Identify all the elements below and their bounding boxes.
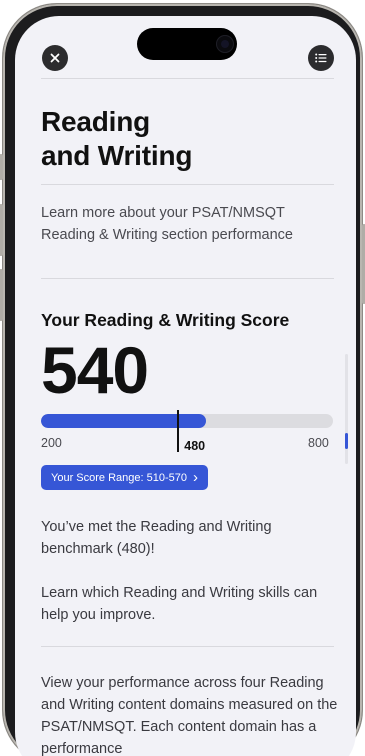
screen: Reading and Writing Learn more about you… <box>15 16 356 756</box>
scrollbar-thumb[interactable] <box>345 433 348 449</box>
chevron-right-icon: › <box>192 469 198 486</box>
score-bar-track <box>41 414 333 428</box>
side-button <box>0 204 3 256</box>
benchmark-label: 480 <box>184 439 206 453</box>
domains-text: View your performance across four Readin… <box>41 675 338 756</box>
score-range-label: Your Score Range: 510-570 <box>51 471 187 484</box>
intro-divider <box>41 278 334 279</box>
score-range-button[interactable]: Your Score Range: 510-570 › <box>41 465 208 490</box>
intro-text: Learn more about your PSAT/NMSQT Reading… <box>41 205 293 243</box>
phone-frame: Reading and Writing Learn more about you… <box>0 4 365 756</box>
side-button <box>0 154 3 180</box>
camera-icon <box>216 35 234 53</box>
benchmark-text: You’ve met the Reading and Writing bench… <box>41 519 272 557</box>
scale-min-label: 200 <box>41 436 62 450</box>
close-button[interactable] <box>42 45 68 71</box>
list-menu-icon <box>315 53 327 63</box>
close-icon <box>50 53 60 63</box>
title-divider <box>41 184 334 185</box>
score-value: 540 <box>41 333 149 407</box>
page-title-line1: Reading <box>41 106 151 137</box>
score-bar-fill <box>41 414 207 428</box>
page-title: Reading and Writing <box>41 105 321 173</box>
dynamic-island <box>137 28 237 60</box>
section-divider <box>41 646 334 647</box>
header-divider <box>41 78 334 79</box>
scale-max-label: 800 <box>308 436 329 450</box>
page-title-line2: and Writing <box>41 140 193 171</box>
benchmark-marker <box>177 410 180 452</box>
menu-button[interactable] <box>308 45 334 71</box>
skills-text: Learn which Reading and Writing skills c… <box>41 585 318 623</box>
side-button <box>0 269 3 321</box>
